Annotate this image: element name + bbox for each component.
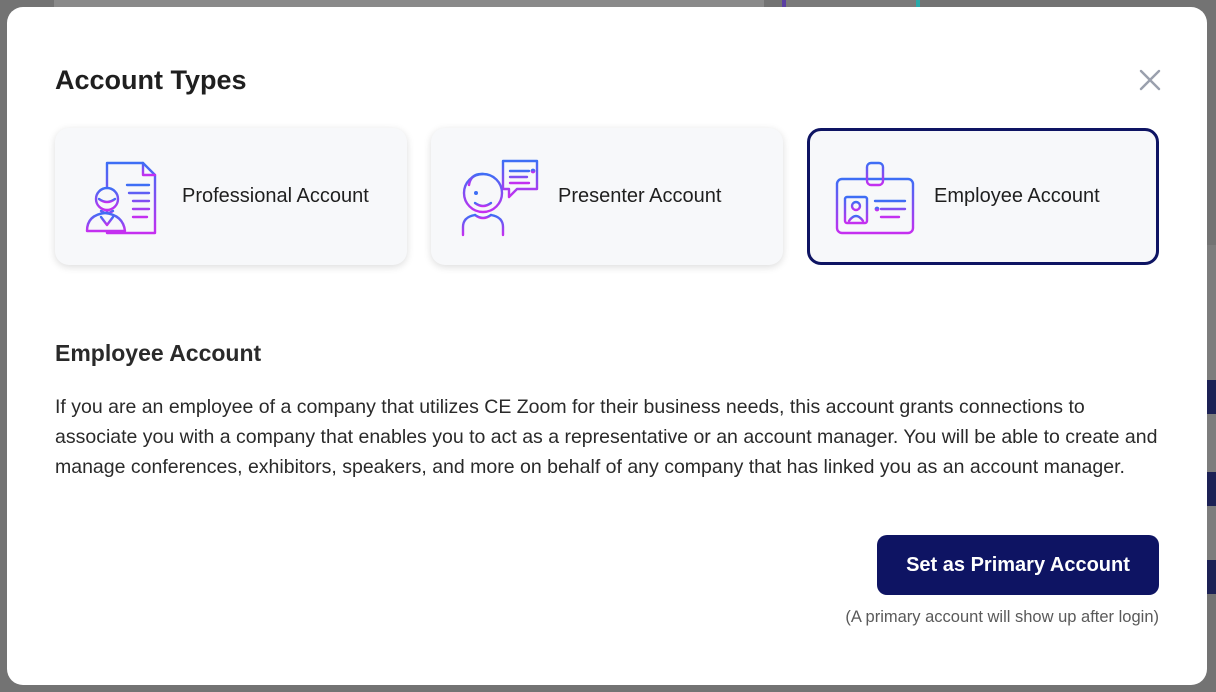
selected-account-title: Employee Account xyxy=(55,340,262,366)
account-types-modal: Account Types Professional Account Prese… xyxy=(7,7,1207,685)
set-primary-account-button[interactable]: Set as Primary Account xyxy=(877,535,1159,595)
professional-document-person-icon xyxy=(85,161,157,234)
presenter-speech-person-icon xyxy=(461,159,539,236)
modal-title: Account Types xyxy=(55,65,247,95)
account-card-label: Presenter Account xyxy=(558,185,722,207)
account-card-professional[interactable]: Professional Account xyxy=(55,128,407,265)
close-icon xyxy=(1139,69,1161,91)
account-type-cards: Professional Account Presenter Account E… xyxy=(55,128,1159,265)
account-card-presenter[interactable]: Presenter Account xyxy=(431,128,783,265)
account-card-label: Employee Account xyxy=(934,185,1100,207)
account-card-label: Professional Account xyxy=(182,185,369,207)
account-card-employee[interactable]: Employee Account xyxy=(807,128,1159,265)
primary-account-note: (A primary account will show up after lo… xyxy=(845,608,1159,626)
employee-id-badge-icon xyxy=(835,161,915,234)
selected-account-description: If you are an employee of a company that… xyxy=(55,396,1158,478)
close-button[interactable] xyxy=(1137,67,1163,93)
